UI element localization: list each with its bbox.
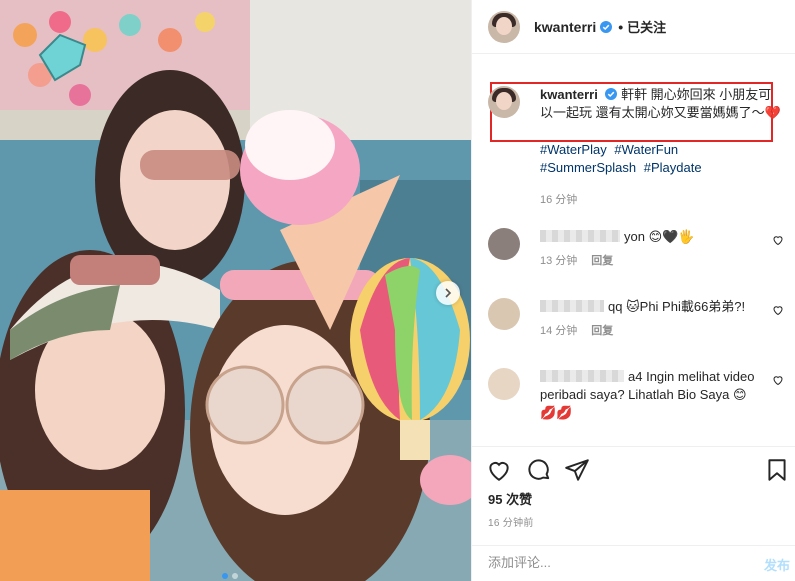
commenter-name-tail[interactable]: yon [624, 229, 645, 244]
post-timestamp[interactable]: 16 分钟前 [488, 514, 534, 529]
comment-body: qq 🐱Phi Phi載66弟弟?! 14 分钟 回复 [540, 298, 760, 340]
hashtag-link[interactable]: #WaterPlay [540, 142, 607, 157]
action-bar [472, 446, 795, 490]
comment-heart-icon[interactable] [772, 374, 784, 386]
carousel-dot [222, 573, 228, 579]
instagram-post: kwanterri • 已关注 kwanterri 軒軒 開心妳回來 小朋友可以… [0, 0, 795, 581]
comment-text: 😊🖤🖐 [648, 229, 695, 244]
carousel-dot [232, 573, 238, 579]
next-image-button[interactable] [436, 281, 460, 305]
comment-text: 🐱Phi Phi載66弟弟?! [626, 299, 746, 314]
comment-item: yon 😊🖤🖐 13 分钟 回复 [488, 228, 784, 270]
caption-timestamp[interactable]: 16 分钟 [540, 191, 577, 207]
comment-time[interactable]: 13 分钟 [540, 255, 577, 267]
post-header: kwanterri • 已关注 [472, 0, 795, 54]
commenter-avatar[interactable] [488, 228, 520, 260]
reply-button[interactable]: 回复 [591, 325, 613, 337]
comment-item: qq 🐱Phi Phi載66弟弟?! 14 分钟 回复 [488, 298, 784, 340]
verified-badge-icon [600, 20, 613, 33]
verified-badge-icon [605, 88, 618, 100]
following-button[interactable]: 已关注 [627, 17, 666, 36]
comment-heart-icon[interactable] [772, 304, 784, 316]
hashtag-link[interactable]: #WaterFun [614, 142, 678, 157]
comment-heart-icon[interactable] [772, 234, 784, 246]
comment-item: a4 Ingin melihat video peribadi saya? Li… [488, 368, 784, 422]
commenter-avatar[interactable] [488, 368, 520, 400]
commenter-name-blurred[interactable] [540, 300, 604, 312]
reply-button[interactable]: 回复 [591, 255, 613, 267]
publish-button[interactable]: 发布 [764, 555, 790, 574]
separator-dot: • [618, 18, 624, 35]
comment-meta: 14 分钟 回复 [540, 322, 760, 340]
caption-text-block: kwanterri 軒軒 開心妳回來 小朋友可以一起玩 還有太開心妳又要當媽媽了… [540, 86, 784, 122]
hashtag-link[interactable]: #SummerSplash [540, 160, 636, 175]
hashtag-link[interactable]: #Playdate [644, 160, 702, 175]
post-photo[interactable] [0, 0, 471, 581]
comment-body: a4 Ingin melihat video peribadi saya? Li… [540, 368, 760, 422]
comment-bubble-icon[interactable] [526, 457, 552, 483]
caption-username[interactable]: kwanterri [540, 87, 598, 102]
commenter-name-tail[interactable]: qq [608, 299, 622, 314]
post-caption: kwanterri 軒軒 開心妳回來 小朋友可以一起玩 還有太開心妳又要當媽媽了… [488, 86, 784, 122]
carousel-dots [222, 573, 238, 579]
bookmark-icon[interactable] [764, 457, 790, 483]
author-avatar[interactable] [488, 10, 520, 43]
chevron-right-icon [445, 288, 452, 298]
caption-avatar[interactable] [488, 86, 520, 118]
heart-icon[interactable] [486, 457, 512, 483]
comment-meta: 13 分钟 回复 [540, 252, 760, 270]
commenter-name-blurred[interactable] [540, 370, 624, 382]
commenter-name-tail[interactable]: a4 [628, 369, 642, 384]
comment-input[interactable] [488, 555, 738, 570]
commenter-avatar[interactable] [488, 298, 520, 330]
commenter-name-blurred[interactable] [540, 230, 620, 242]
paper-plane-icon[interactable] [564, 457, 590, 483]
comment-body: yon 😊🖤🖐 13 分钟 回复 [540, 228, 760, 270]
add-comment-bar: 发布 [472, 545, 795, 581]
hashtag-list: #WaterPlay #WaterFun #SummerSplash #Play… [540, 141, 780, 177]
like-count[interactable]: 95 次赞 [488, 489, 532, 508]
author-username[interactable]: kwanterri [534, 19, 596, 35]
comment-time[interactable]: 14 分钟 [540, 325, 577, 337]
post-side-panel: kwanterri • 已关注 kwanterri 軒軒 開心妳回來 小朋友可以… [471, 0, 795, 581]
selfie-image [0, 0, 471, 581]
